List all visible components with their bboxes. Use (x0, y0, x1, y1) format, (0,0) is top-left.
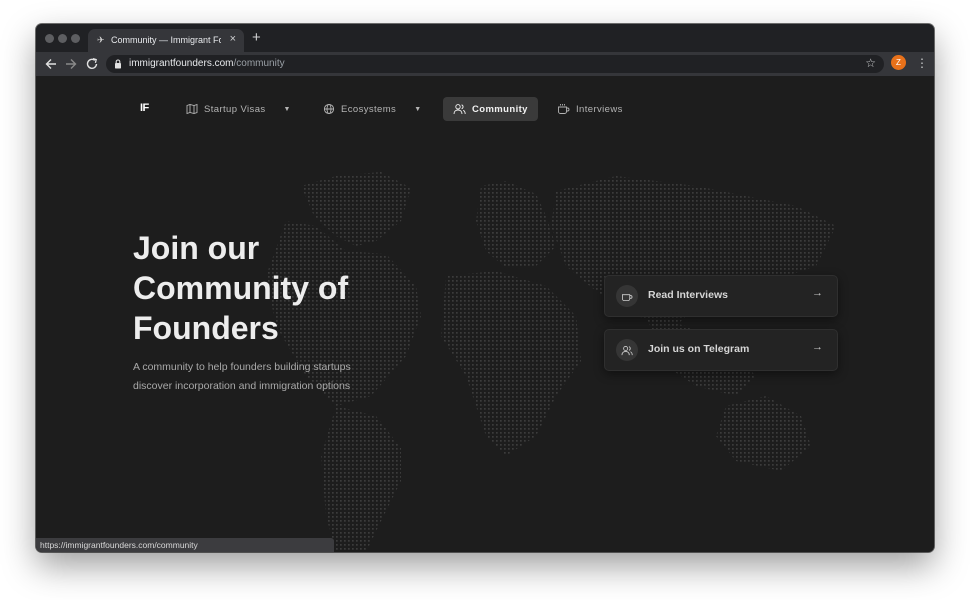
map-icon (186, 103, 198, 115)
nav-ecosystems[interactable]: Ecosystems ▼ (323, 97, 422, 121)
status-bar: https://immigrantfounders.com/community (36, 538, 334, 552)
hero-subtitle: A community to help founders building st… (133, 358, 393, 396)
site-logo[interactable]: IF (140, 102, 149, 114)
window-minimize-dot[interactable] (58, 34, 67, 43)
back-arrow-icon[interactable] (42, 55, 60, 73)
hero-subtitle-line: discover incorporation and immigration o… (133, 380, 351, 392)
window-close-dot[interactable] (45, 34, 54, 43)
favicon-icon: ✈ (97, 35, 105, 45)
tab-strip: ✈ Community — Immigrant Founders × + (36, 24, 934, 52)
url-path: /community (233, 58, 285, 69)
nav-interviews-label: Interviews (576, 103, 623, 115)
nav-community-label: Community (472, 103, 528, 115)
coffee-cup-icon (558, 104, 570, 114)
globe-icon (323, 103, 335, 115)
address-bar[interactable]: immigrantfounders.com/community ☆ (106, 55, 884, 73)
close-tab-icon[interactable]: × (230, 33, 236, 45)
hero-title: Join our Community of Founders (133, 228, 433, 348)
hero-title-line: Community of (133, 270, 349, 306)
hero-title-line: Join our (133, 230, 260, 266)
users-icon (453, 104, 466, 115)
active-tab[interactable]: ✈ Community — Immigrant Founders × (88, 29, 244, 52)
page-viewport: IF Startup Visas ▼ Ecosystems ▼ Communit… (36, 76, 934, 552)
bookmark-star-icon[interactable]: ☆ (865, 56, 876, 70)
chevron-down-icon: ▼ (414, 105, 422, 113)
join-telegram-card[interactable]: Join us on Telegram → (604, 329, 838, 371)
nav-ecosystems-label: Ecosystems (341, 103, 397, 115)
users-icon (616, 339, 638, 361)
new-tab-icon[interactable]: + (252, 30, 261, 45)
tab-title: Community — Immigrant Founders (111, 35, 221, 45)
arrow-right-icon: → (812, 287, 823, 299)
nav-startup-visas-label: Startup Visas (204, 103, 266, 115)
read-interviews-label: Read Interviews (648, 289, 728, 301)
browser-toolbar: immigrantfounders.com/community ☆ Z ⋮ (36, 52, 934, 76)
read-interviews-card[interactable]: Read Interviews → (604, 275, 838, 317)
reload-icon[interactable] (83, 55, 101, 73)
window-zoom-dot[interactable] (71, 34, 80, 43)
nav-startup-visas[interactable]: Startup Visas ▼ (186, 97, 291, 121)
nav-interviews[interactable]: Interviews (557, 97, 623, 121)
arrow-right-icon: → (812, 341, 823, 353)
browser-menu-icon[interactable]: ⋮ (916, 55, 928, 71)
nav-community[interactable]: Community (443, 97, 538, 121)
hero-title-line: Founders (133, 310, 279, 346)
lock-icon (115, 59, 121, 69)
url-text: immigrantfounders.com/community (129, 58, 285, 69)
profile-avatar[interactable]: Z (891, 55, 906, 70)
join-telegram-label: Join us on Telegram (648, 343, 750, 355)
forward-arrow-icon[interactable] (62, 55, 80, 73)
chevron-down-icon: ▼ (283, 105, 291, 113)
coffee-cup-icon (616, 285, 638, 307)
hero-subtitle-line: A community to help founders building st… (133, 361, 351, 373)
url-domain: immigrantfounders.com (129, 58, 234, 69)
browser-window: ✈ Community — Immigrant Founders × + imm… (36, 24, 934, 552)
